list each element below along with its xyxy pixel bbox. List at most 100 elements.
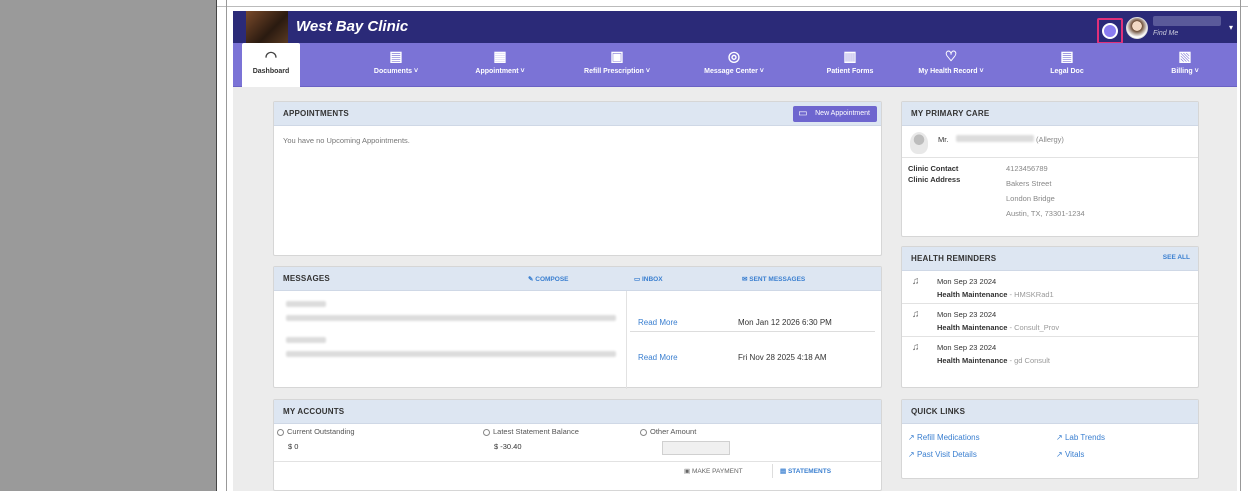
column-divider [626, 291, 627, 389]
clinic-contact-label: Clinic Contact [908, 164, 959, 173]
calendar-icon: ▦ [493, 48, 507, 64]
external-link-icon: ↗ [908, 450, 917, 459]
primary-care-panel: MY PRIMARY CARE Mr. (Allergy) Clinic Con… [901, 101, 1199, 237]
bell-icon: ♫ [912, 309, 920, 320]
health-reminders-title: HEALTH REMINDERS [911, 254, 997, 263]
current-outstanding-option[interactable]: Current Outstanding [277, 427, 355, 436]
right-divider [1240, 0, 1241, 491]
see-all-link[interactable]: SEE ALL [1163, 254, 1190, 261]
avatar[interactable] [1126, 17, 1148, 39]
external-link-icon: ↗ [908, 433, 917, 442]
doctor-name-redacted [956, 135, 1034, 142]
accounts-panel: MY ACCOUNTS Current Outstanding $ 0 Late… [273, 399, 882, 491]
primary-care-divider [902, 157, 1198, 158]
message-sender-redacted [286, 337, 326, 343]
message-bubble-icon: ◎ [727, 48, 741, 64]
doctor-prefix: Mr. [938, 135, 949, 144]
radio-icon [277, 428, 284, 436]
row-divider [630, 331, 875, 332]
tab-documents[interactable]: ▤ Documents ˅ [351, 43, 441, 87]
message-date: Fri Nov 28 2025 4:18 AM [738, 353, 827, 362]
no-appointments-text: You have no Upcoming Appointments. [283, 136, 410, 145]
read-more-link[interactable]: Read More [638, 353, 678, 362]
appointments-panel: APPOINTMENTS ▭ New Appointment You have … [273, 101, 882, 256]
patient-portal-window: West Bay Clinic Find Me ▾ ◠ Dashboard ▤ … [233, 11, 1237, 491]
read-more-link[interactable]: Read More [638, 318, 678, 327]
messages-panel: MESSAGES ✎ COMPOSE ▭ INBOX ✉ SENT MESSAG… [273, 266, 882, 389]
user-name-redacted [1153, 16, 1221, 26]
statements-icon: ▤ [780, 468, 788, 475]
quick-links-title: QUICK LINKS [911, 407, 966, 416]
health-reminders-panel: HEALTH REMINDERS SEE ALL ♫ Mon Sep 23 20… [901, 246, 1199, 388]
messages-title: MESSAGES [283, 274, 330, 283]
other-amount-option[interactable]: Other Amount [640, 427, 696, 436]
external-link-icon: ↗ [1056, 433, 1065, 442]
radio-icon [483, 428, 490, 436]
inbox-icon: ▭ [634, 276, 642, 283]
doctor-specialty: (Allergy) [1036, 135, 1064, 144]
user-subtitle: Find Me [1153, 30, 1179, 37]
tab-refill-prescription[interactable]: ▣ Refill Prescription ˅ [567, 43, 667, 87]
form-icon: ▥ [843, 48, 857, 64]
message-preview-redacted [286, 315, 616, 321]
prescription-icon: ▣ [610, 48, 624, 64]
clinic-contact-value: 4123456789 [1006, 164, 1048, 173]
doctor-avatar [910, 132, 928, 154]
messages-header: MESSAGES ✎ COMPOSE ▭ INBOX ✉ SENT MESSAG… [274, 267, 881, 291]
quick-links-header: QUICK LINKS [902, 400, 1198, 424]
message-preview-redacted [286, 351, 616, 357]
clinic-address-label: Clinic Address [908, 175, 961, 184]
dashboard-gauge-icon: ◠ [264, 48, 278, 64]
main-nav: ◠ Dashboard ▤ Documents ˅ ▦ Appointment … [233, 43, 1237, 87]
accounts-header: MY ACCOUNTS [274, 400, 881, 424]
appointments-header: APPOINTMENTS ▭ New Appointment [274, 102, 881, 126]
clinic-name: West Bay Clinic [296, 18, 409, 35]
chat-icon [1102, 23, 1118, 39]
make-payment-button[interactable]: ▣ MAKE PAYMENT [684, 467, 743, 475]
message-date: Mon Jan 12 2026 6:30 PM [738, 318, 832, 327]
reminder-item[interactable]: ♫ Mon Sep 23 2024 Health Maintenance - C… [902, 306, 1198, 337]
accounts-divider [274, 461, 881, 462]
payment-icon: ▣ [684, 468, 692, 475]
latest-statement-value: $ -30.40 [494, 442, 522, 451]
vitals-link[interactable]: ↗ Vitals [1056, 450, 1084, 459]
statements-button[interactable]: ▤ STATEMENTS [780, 467, 831, 475]
left-gray-margin [0, 0, 217, 491]
external-link-icon: ↗ [1056, 450, 1065, 459]
top-border [217, 0, 1248, 7]
clinic-address-line2: London Bridge [1006, 194, 1055, 203]
top-bar: West Bay Clinic Find Me ▾ [233, 11, 1237, 44]
appointments-title: APPOINTMENTS [283, 109, 349, 118]
tab-my-health-record[interactable]: ♡ My Health Record ˅ [901, 43, 1001, 87]
message-sender-redacted [286, 301, 326, 307]
clinic-address-line3: Austin, TX, 73301-1234 [1006, 209, 1085, 218]
billing-icon: ▧ [1178, 48, 1192, 64]
current-outstanding-value: $ 0 [288, 442, 299, 451]
inbox-link[interactable]: ▭ INBOX [634, 275, 663, 283]
chat-button[interactable] [1097, 18, 1123, 44]
sent-messages-link[interactable]: ✉ SENT MESSAGES [742, 275, 805, 283]
other-amount-input[interactable] [662, 441, 730, 455]
tab-legal-doc[interactable]: ▤ Legal Doc [1027, 43, 1107, 87]
chevron-down-icon[interactable]: ▾ [1229, 23, 1233, 32]
tab-appointment[interactable]: ▦ Appointment ˅ [455, 43, 545, 87]
latest-statement-option[interactable]: Latest Statement Balance [483, 427, 579, 436]
bell-icon: ♫ [912, 276, 920, 287]
left-divider [226, 0, 227, 491]
calendar-plus-icon: ▭ [798, 108, 808, 119]
reminder-item[interactable]: ♫ Mon Sep 23 2024 Health Maintenance - g… [902, 339, 1198, 370]
primary-care-header: MY PRIMARY CARE [902, 102, 1198, 126]
heart-icon: ♡ [944, 48, 958, 64]
new-appointment-button[interactable]: ▭ New Appointment [793, 106, 877, 122]
tab-billing[interactable]: ▧ Billing ˅ [1145, 43, 1225, 87]
legal-document-icon: ▤ [1060, 48, 1074, 64]
past-visit-details-link[interactable]: ↗ Past Visit Details [908, 450, 977, 459]
compose-link[interactable]: ✎ COMPOSE [528, 275, 569, 283]
primary-care-title: MY PRIMARY CARE [911, 109, 990, 118]
lab-trends-link[interactable]: ↗ Lab Trends [1056, 433, 1105, 442]
tab-message-center[interactable]: ◎ Message Center ˅ [684, 43, 784, 87]
tab-patient-forms[interactable]: ▥ Patient Forms [805, 43, 895, 87]
refill-medications-link[interactable]: ↗ Refill Medications [908, 433, 980, 442]
tab-dashboard[interactable]: ◠ Dashboard [242, 43, 300, 87]
reminder-item[interactable]: ♫ Mon Sep 23 2024 Health Maintenance - H… [902, 273, 1198, 304]
